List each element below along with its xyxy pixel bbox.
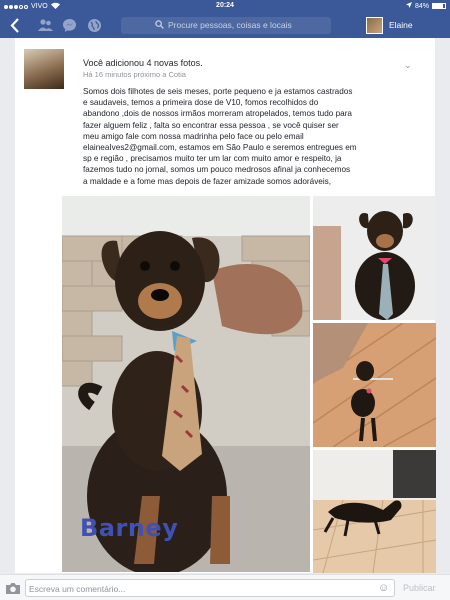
status-bar: VIVO 20:24 84% [0, 0, 450, 13]
post-text-line: meu amigo fale com nossa madrinha pelo f… [83, 131, 304, 141]
battery-icon [432, 3, 446, 9]
chevron-left-icon[interactable] [8, 17, 22, 34]
comment-placeholder: Escreva um comentário... [29, 584, 126, 594]
clock: 20:24 [216, 2, 234, 9]
post-text-line: abandono ,dois de nossos irmãos morreram… [83, 109, 352, 119]
comment-bar: Escreva um comentário... ☺ Publicar [0, 574, 450, 600]
post-photo-thumbnail[interactable] [313, 196, 436, 320]
post-text-line: a maldade e a fome mas depois de fazer a… [83, 176, 332, 186]
post-text-line: fazer alguem feliz , falta so encontrar … [83, 120, 339, 130]
notifications-globe-icon[interactable] [87, 18, 102, 33]
search-input[interactable]: Procure pessoas, coisas e locais [121, 17, 331, 34]
comment-input[interactable]: Escreva um comentário... [25, 579, 395, 597]
publish-button[interactable]: Publicar [403, 583, 436, 593]
photo-caption: Barney [80, 514, 179, 542]
post-timestamp[interactable]: Há 16 minutos próximo a Cotia [83, 70, 186, 79]
post-photo-thumbnail[interactable] [313, 450, 436, 573]
messages-icon[interactable] [62, 18, 77, 33]
post-text-line: fazemos tudo no jornal, somos um pouco m… [83, 165, 351, 175]
post-title: Você adicionou 4 novas fotos. [83, 58, 203, 68]
post-body: Somos dois filhotes de seis meses, porte… [83, 86, 423, 187]
chevron-down-icon[interactable]: ⌄ [404, 60, 412, 71]
post-author-avatar[interactable] [24, 49, 64, 89]
search-placeholder: Procure pessoas, coisas e locais [168, 20, 292, 30]
avatar[interactable] [366, 17, 383, 34]
camera-icon[interactable] [5, 581, 21, 595]
friend-requests-icon[interactable] [38, 18, 53, 33]
post-text-line: elaineaIves2@gmail.com, estamos em São P… [83, 143, 357, 153]
battery-percentage: 84% [414, 2, 429, 10]
post-text-line: e saudaveis, temos a primeira dose de V1… [83, 98, 319, 108]
user-name[interactable]: Elaine [389, 20, 413, 30]
post-photo-thumbnail[interactable] [313, 323, 436, 447]
emoji-icon[interactable]: ☺ [378, 582, 389, 594]
location-icon [405, 2, 412, 10]
navigation-bar: Procure pessoas, coisas e locais Elaine [0, 13, 450, 38]
search-icon [155, 20, 164, 31]
post-text-line: Somos dois filhotes de seis meses, porte… [83, 87, 353, 96]
post-text-line: sp e região , precisamos muito ter um la… [83, 154, 342, 164]
